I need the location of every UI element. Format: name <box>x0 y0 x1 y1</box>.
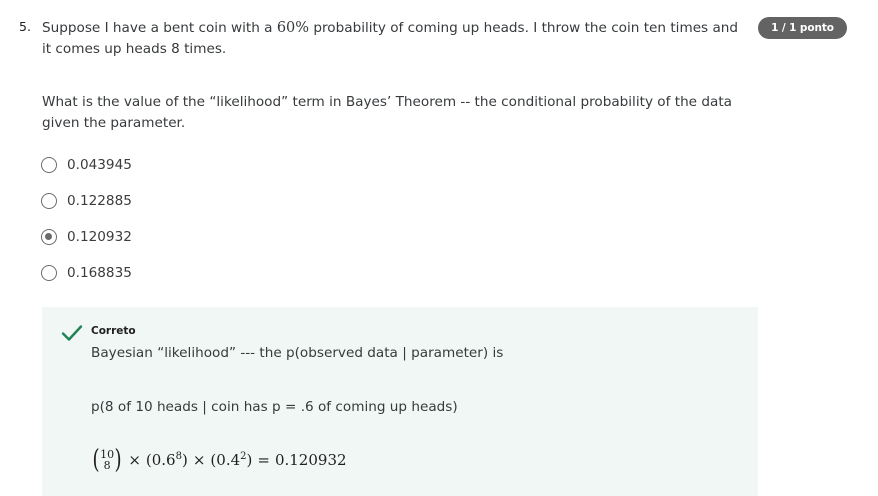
radio-button[interactable] <box>41 157 57 173</box>
answer-option[interactable]: 0.122885 <box>41 186 132 222</box>
term-2-close: ) <box>246 451 253 469</box>
checkmark-icon <box>61 325 83 341</box>
answer-option[interactable]: 0.043945 <box>41 150 132 186</box>
question-prompt: What is the value of the “likelihood” te… <box>42 94 732 131</box>
question-math-percent: 60% <box>276 20 310 36</box>
times-operator: × <box>128 451 141 469</box>
score-badge: 1 / 1 ponto <box>758 17 847 39</box>
answer-option[interactable]: 0.168835 <box>41 258 132 294</box>
radio-button[interactable] <box>41 229 57 245</box>
radio-button[interactable] <box>41 193 57 209</box>
feedback-status: Correto <box>91 325 136 337</box>
term-2: (0.42) <box>210 451 252 469</box>
formula-result: 0.120932 <box>274 451 347 469</box>
feedback-condition: p(8 of 10 heads | coin has p = .6 of com… <box>91 399 458 415</box>
question-text: Suppose I have a bent coin with a 60% pr… <box>42 18 747 60</box>
feedback-explanation: Bayesian “likelihood” --- the p(observed… <box>91 345 504 361</box>
term-1-base: (0.6 <box>145 451 176 469</box>
radio-button[interactable] <box>41 265 57 281</box>
times-operator: × <box>192 451 206 469</box>
equals-sign: = <box>257 451 270 469</box>
answer-option-label: 0.122885 <box>67 193 132 209</box>
term-1-close: ) <box>181 451 188 469</box>
answer-option-label: 0.043945 <box>67 157 132 173</box>
feedback-formula: ( 10 8 ) × (0.68) × (0.42) = 0.120932 <box>91 447 347 473</box>
answer-options: 0.043945 0.122885 0.120932 0.168835 <box>41 150 132 294</box>
question-text-before: Suppose I have a bent coin with a <box>42 20 277 36</box>
binomial-coefficient: ( 10 8 ) <box>92 445 122 475</box>
term-2-base: (0.4 <box>210 451 241 469</box>
binomial-k: 8 <box>103 459 111 472</box>
answer-option[interactable]: 0.120932 <box>41 222 132 258</box>
question-number: 5. <box>19 19 31 34</box>
feedback-panel: Correto Bayesian “likelihood” --- the p(… <box>42 307 758 496</box>
term-1: (0.68) <box>146 451 188 469</box>
answer-option-label: 0.168835 <box>67 265 132 281</box>
answer-option-label: 0.120932 <box>67 229 132 245</box>
